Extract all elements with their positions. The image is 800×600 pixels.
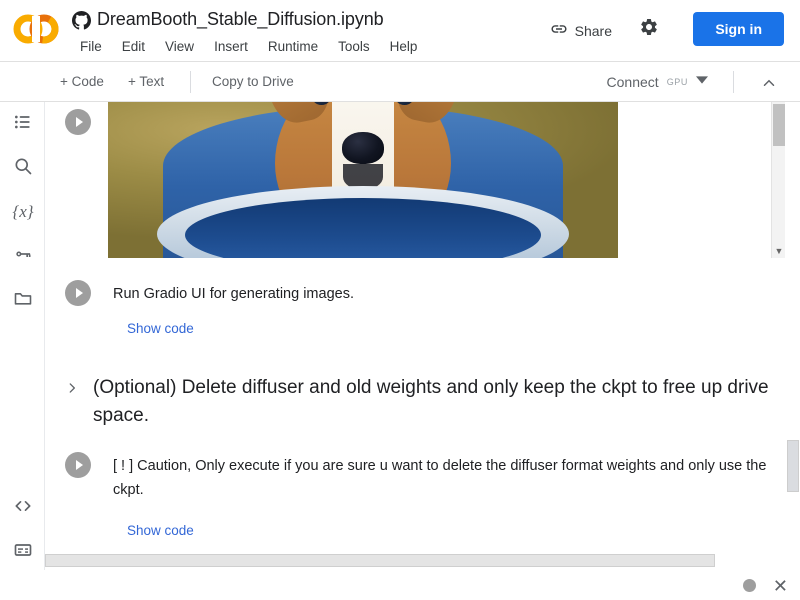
folder-icon [13,288,33,313]
cell-text-caution: [ ! ] Caution, Only execute if you are s… [113,458,767,498]
menu-item-edit[interactable]: Edit [112,37,155,56]
connect-button[interactable]: Connect GPU [607,73,708,91]
variables-icon: {x} [12,202,34,221]
sidebar-item-terminal[interactable] [9,538,37,566]
sidebar-item-variables[interactable]: {x} [9,198,37,226]
toolbar-divider-2 [733,71,734,93]
output-scroll-down-arrow[interactable]: ▼ [772,247,786,256]
sidebar-item-table-of-contents[interactable] [9,110,37,138]
run-cell-button[interactable] [65,109,91,135]
settings-button[interactable] [636,16,662,42]
notebook-vertical-scrollbar[interactable] [786,102,800,600]
document-title[interactable]: DreamBooth_Stable_Diffusion.ipynb [97,9,384,30]
sidebar-item-secrets[interactable] [9,242,37,270]
key-icon [13,244,33,269]
cell-text-gradio: Run Gradio UI for generating images. [113,286,354,302]
copy-to-drive-button[interactable]: Copy to Drive [206,72,300,91]
sign-in-button[interactable]: Sign in [693,12,784,46]
section-expand-chevron[interactable] [65,380,79,402]
gpu-badge: GPU [666,77,688,87]
chevron-up-icon [760,79,778,96]
list-icon [13,112,33,137]
sidebar-item-code-snippets[interactable] [9,494,37,522]
toolbar-divider [190,71,191,93]
notebook-horizontal-scrollbar[interactable] [45,553,800,568]
share-label: Share [574,22,612,39]
status-dot-icon[interactable] [743,579,756,592]
code-brackets-icon [12,496,34,521]
github-icon [72,11,92,31]
output-vertical-scrollbar[interactable]: ▼ [771,102,785,258]
menu-item-insert[interactable]: Insert [204,37,258,56]
search-icon [13,156,33,181]
sidebar-item-files[interactable] [9,286,37,314]
bottom-status-bar: ✕ [0,570,800,600]
close-icon[interactable]: ✕ [773,576,788,596]
notebook-scroll-area[interactable]: ▼ Run Gradio UI for generating images. S… [45,102,800,600]
left-sidebar: {x} [0,102,45,600]
menu-item-help[interactable]: Help [380,37,428,56]
colab-logo[interactable] [12,14,60,44]
link-icon [550,20,568,41]
run-cell-button-caution[interactable] [65,452,91,478]
gear-icon [639,17,659,42]
add-text-cell-button[interactable]: + Text [122,72,170,91]
menu-item-file[interactable]: File [70,37,112,56]
chevron-down-icon[interactable] [696,73,708,91]
sidebar-item-search[interactable] [9,154,37,182]
puppy-nose [342,132,384,164]
notebook-cell-output-image: ▼ [45,102,785,260]
add-code-cell-button[interactable]: + Code [54,72,110,91]
terminal-icon [12,540,34,565]
app-header: DreamBooth_Stable_Diffusion.ipynb File E… [0,0,800,62]
output-scrollbar-thumb[interactable] [773,104,785,146]
toggle-header-button[interactable] [760,74,778,97]
horizontal-scrollbar-thumb[interactable] [45,554,715,567]
connect-label: Connect [606,74,659,90]
generated-image-output [108,102,618,258]
menu-bar: File Edit View Insert Runtime Tools Help [70,37,427,56]
notebook-scrollbar-thumb[interactable] [787,440,799,492]
show-code-link-caution[interactable]: Show code [127,523,194,538]
show-code-link-gradio[interactable]: Show code [127,321,194,336]
share-button[interactable]: Share [542,16,620,45]
run-cell-button-gradio[interactable] [65,280,91,306]
menu-item-view[interactable]: View [155,37,204,56]
section-heading-optional-delete[interactable]: (Optional) Delete diffuser and old weigh… [93,374,773,430]
menu-item-tools[interactable]: Tools [328,37,380,56]
notebook-toolbar: + Code + Text Copy to Drive Connect GPU [0,62,800,102]
menu-item-runtime[interactable]: Runtime [258,37,328,56]
